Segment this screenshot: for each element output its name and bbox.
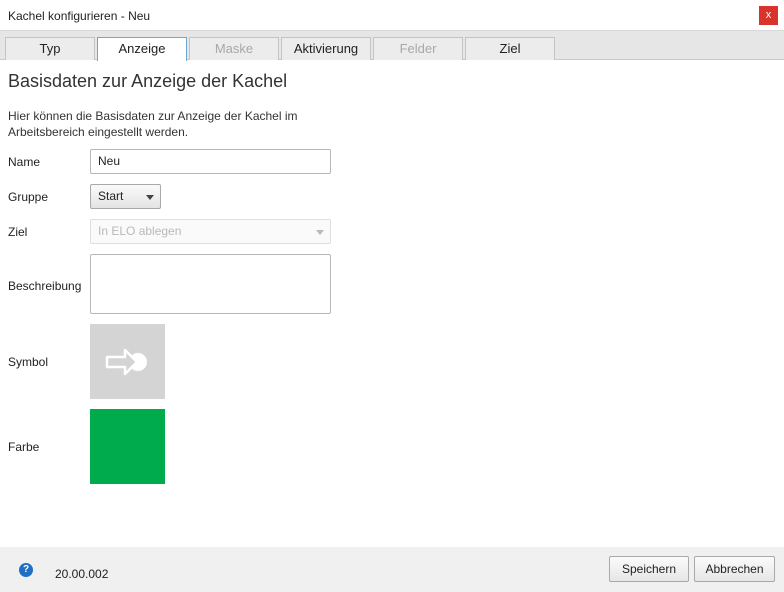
title-bar: Kachel konfigurieren - Neu x <box>0 0 784 31</box>
symbol-label: Symbol <box>8 355 49 369</box>
name-label: Name <box>8 155 41 169</box>
gruppe-dropdown[interactable]: Start <box>90 184 161 209</box>
farbe-label: Farbe <box>8 440 40 454</box>
ziel-select: In ELO ablegen <box>90 219 331 244</box>
page-description: Hier können die Basisdaten zur Anzeige d… <box>8 109 298 139</box>
window-title: Kachel konfigurieren - Neu <box>8 9 151 23</box>
color-picker[interactable] <box>90 409 165 484</box>
chevron-down-icon <box>316 230 324 235</box>
page-heading: Basisdaten zur Anzeige der Kachel <box>8 71 288 91</box>
tab-maske: Maske <box>189 37 279 60</box>
tab-bar: Typ Anzeige Maske Aktivierung Felder Zie… <box>0 31 784 61</box>
cancel-button[interactable]: Abbrechen <box>694 556 775 582</box>
arrow-right-circle-icon <box>105 348 147 376</box>
tab-ziel[interactable]: Ziel <box>465 37 555 60</box>
tab-aktivierung[interactable]: Aktivierung <box>281 37 371 60</box>
tab-anzeige[interactable]: Anzeige <box>97 37 187 61</box>
ziel-select-value: In ELO ablegen <box>98 224 182 238</box>
chevron-down-icon <box>146 195 154 200</box>
name-input[interactable]: Neu <box>90 149 331 174</box>
beschreibung-label: Beschreibung <box>8 279 82 293</box>
close-button[interactable]: x <box>759 6 778 25</box>
save-button[interactable]: Speichern <box>609 556 689 582</box>
version-label: 20.00.002 <box>55 567 109 581</box>
tab-felder: Felder <box>373 37 463 60</box>
tab-typ[interactable]: Typ <box>5 37 95 60</box>
help-icon[interactable]: ? <box>19 563 33 577</box>
name-input-value: Neu <box>98 154 121 168</box>
gruppe-dropdown-value: Start <box>98 189 124 203</box>
ziel-label: Ziel <box>8 225 28 239</box>
gruppe-label: Gruppe <box>8 190 49 204</box>
beschreibung-textarea[interactable] <box>90 254 331 314</box>
symbol-picker[interactable] <box>90 324 165 399</box>
